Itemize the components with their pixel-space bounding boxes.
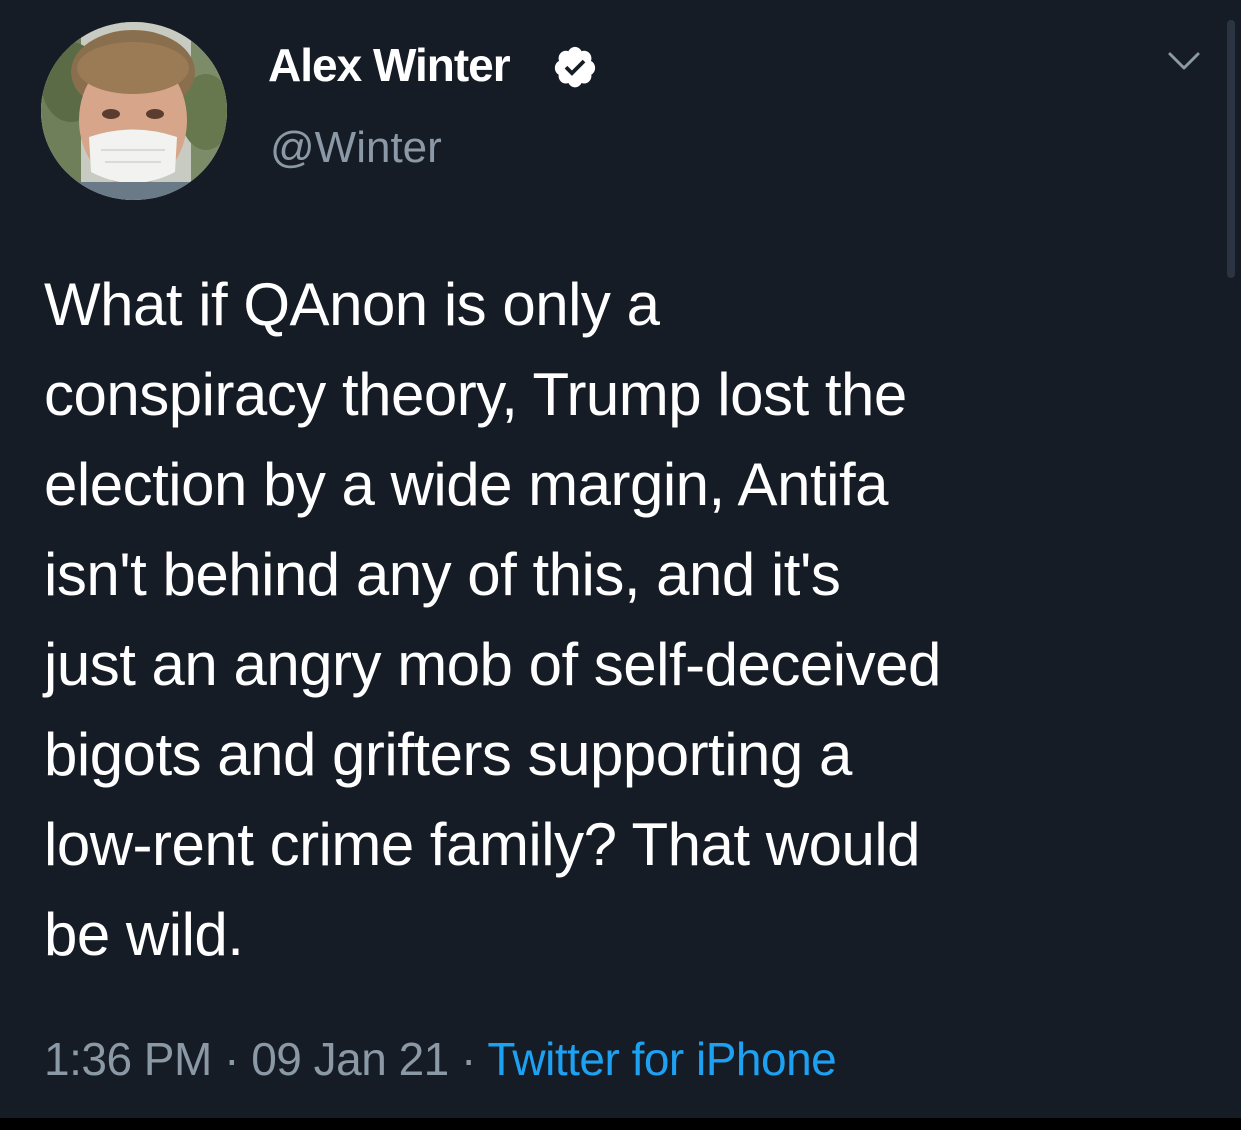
tweet-line: What if QAnon is only a: [44, 271, 660, 338]
verified-badge-icon: [552, 44, 598, 90]
tweet-line: election by a wide margin, Antifa: [44, 451, 888, 518]
scrollbar[interactable]: [1227, 20, 1235, 278]
avatar-photo: [41, 22, 227, 200]
tweet-text: What if QAnon is only a conspiracy theor…: [44, 260, 1224, 980]
tweet-date[interactable]: 09 Jan 21: [251, 1033, 449, 1085]
tweet-time[interactable]: 1:36 PM: [44, 1033, 212, 1085]
author-name[interactable]: Alex Winter: [268, 38, 511, 92]
author-handle[interactable]: @Winter: [270, 121, 442, 175]
tweet-line: conspiracy theory, Trump lost the: [44, 361, 907, 428]
tweet-line: be wild.: [44, 901, 244, 968]
tweet-line: bigots and grifters supporting a: [44, 721, 852, 788]
avatar[interactable]: [41, 22, 227, 200]
meta-separator: ·: [211, 1033, 252, 1085]
tweet-line: isn't behind any of this, and it's: [44, 541, 841, 608]
bottom-edge: [0, 1118, 1241, 1130]
tweet-meta: 1:36 PM · 09 Jan 21 · Twitter for iPhone: [44, 1030, 837, 1088]
tweet-line: just an angry mob of self-deceived: [44, 631, 941, 698]
tweet-source-link[interactable]: Twitter for iPhone: [487, 1033, 836, 1085]
meta-separator: ·: [448, 1033, 488, 1085]
chevron-down-icon[interactable]: [1166, 46, 1202, 76]
tweet-line: low-rent crime family? That would: [44, 811, 921, 878]
